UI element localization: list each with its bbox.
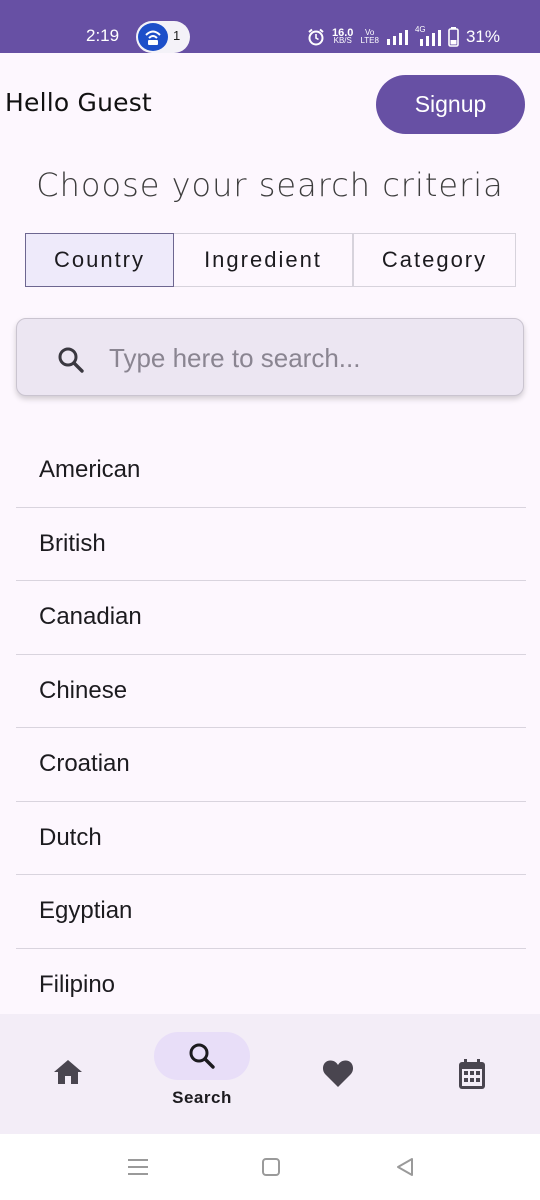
net-speed: 16.0 KB/S (332, 27, 354, 45)
list-item[interactable]: American (16, 434, 526, 508)
volte-indicator: Vo LTE8 (360, 28, 379, 45)
criteria-title: Choose your search criteria (36, 166, 504, 204)
home-button-icon[interactable] (261, 1157, 281, 1177)
nav-planner[interactable] (432, 1032, 512, 1112)
status-time: 2:19 (86, 26, 120, 45)
list-item[interactable]: Canadian (16, 581, 526, 655)
battery-percent: 31% (465, 27, 500, 46)
heart-icon (322, 1060, 354, 1087)
bottom-navigation: Search (0, 1014, 540, 1134)
nav-favorites[interactable] (298, 1032, 378, 1112)
back-icon[interactable] (395, 1157, 415, 1177)
country-list: American British Canadian Chinese Croati… (16, 434, 526, 1022)
calendar-icon (459, 1059, 485, 1089)
signal-4g-icon: 4G (415, 26, 441, 46)
greeting-text: Hello Guest (5, 88, 152, 117)
status-icons: 16.0 KB/S Vo LTE8 4G 31% (307, 26, 500, 48)
alarm-icon (308, 28, 324, 46)
nav-home[interactable] (28, 1032, 108, 1112)
battery-icon (448, 27, 459, 47)
hotspot-indicator[interactable]: 1 (136, 21, 190, 53)
list-item[interactable]: Chinese (16, 655, 526, 728)
home-icon (54, 1060, 82, 1084)
menu-icon[interactable] (127, 1157, 149, 1177)
list-item[interactable]: Croatian (16, 728, 526, 802)
search-bar (16, 318, 524, 396)
status-bar: 2:19 1 16.0 KB/S Vo LTE8 4G 31% (0, 0, 540, 53)
list-item[interactable]: Dutch (16, 802, 526, 875)
signal-icon (386, 30, 408, 45)
nav-search-label: Search (172, 1088, 232, 1107)
search-icon (189, 1043, 215, 1069)
criteria-segmented-control: Country Ingredient Category (25, 233, 516, 287)
nav-search[interactable]: Search (154, 1014, 250, 1124)
segment-ingredient[interactable]: Ingredient (174, 233, 353, 287)
list-item[interactable]: Egyptian (16, 875, 526, 949)
signup-button[interactable]: Signup (376, 75, 525, 134)
system-navigation-bar (0, 1134, 540, 1200)
hotspot-icon (138, 23, 168, 51)
search-input[interactable] (109, 337, 489, 379)
segment-category[interactable]: Category (353, 233, 516, 287)
search-icon (58, 347, 84, 373)
list-item[interactable]: Filipino (16, 949, 526, 1023)
hotspot-count: 1 (173, 28, 181, 43)
list-item[interactable]: British (16, 508, 526, 581)
segment-country[interactable]: Country (25, 233, 174, 287)
